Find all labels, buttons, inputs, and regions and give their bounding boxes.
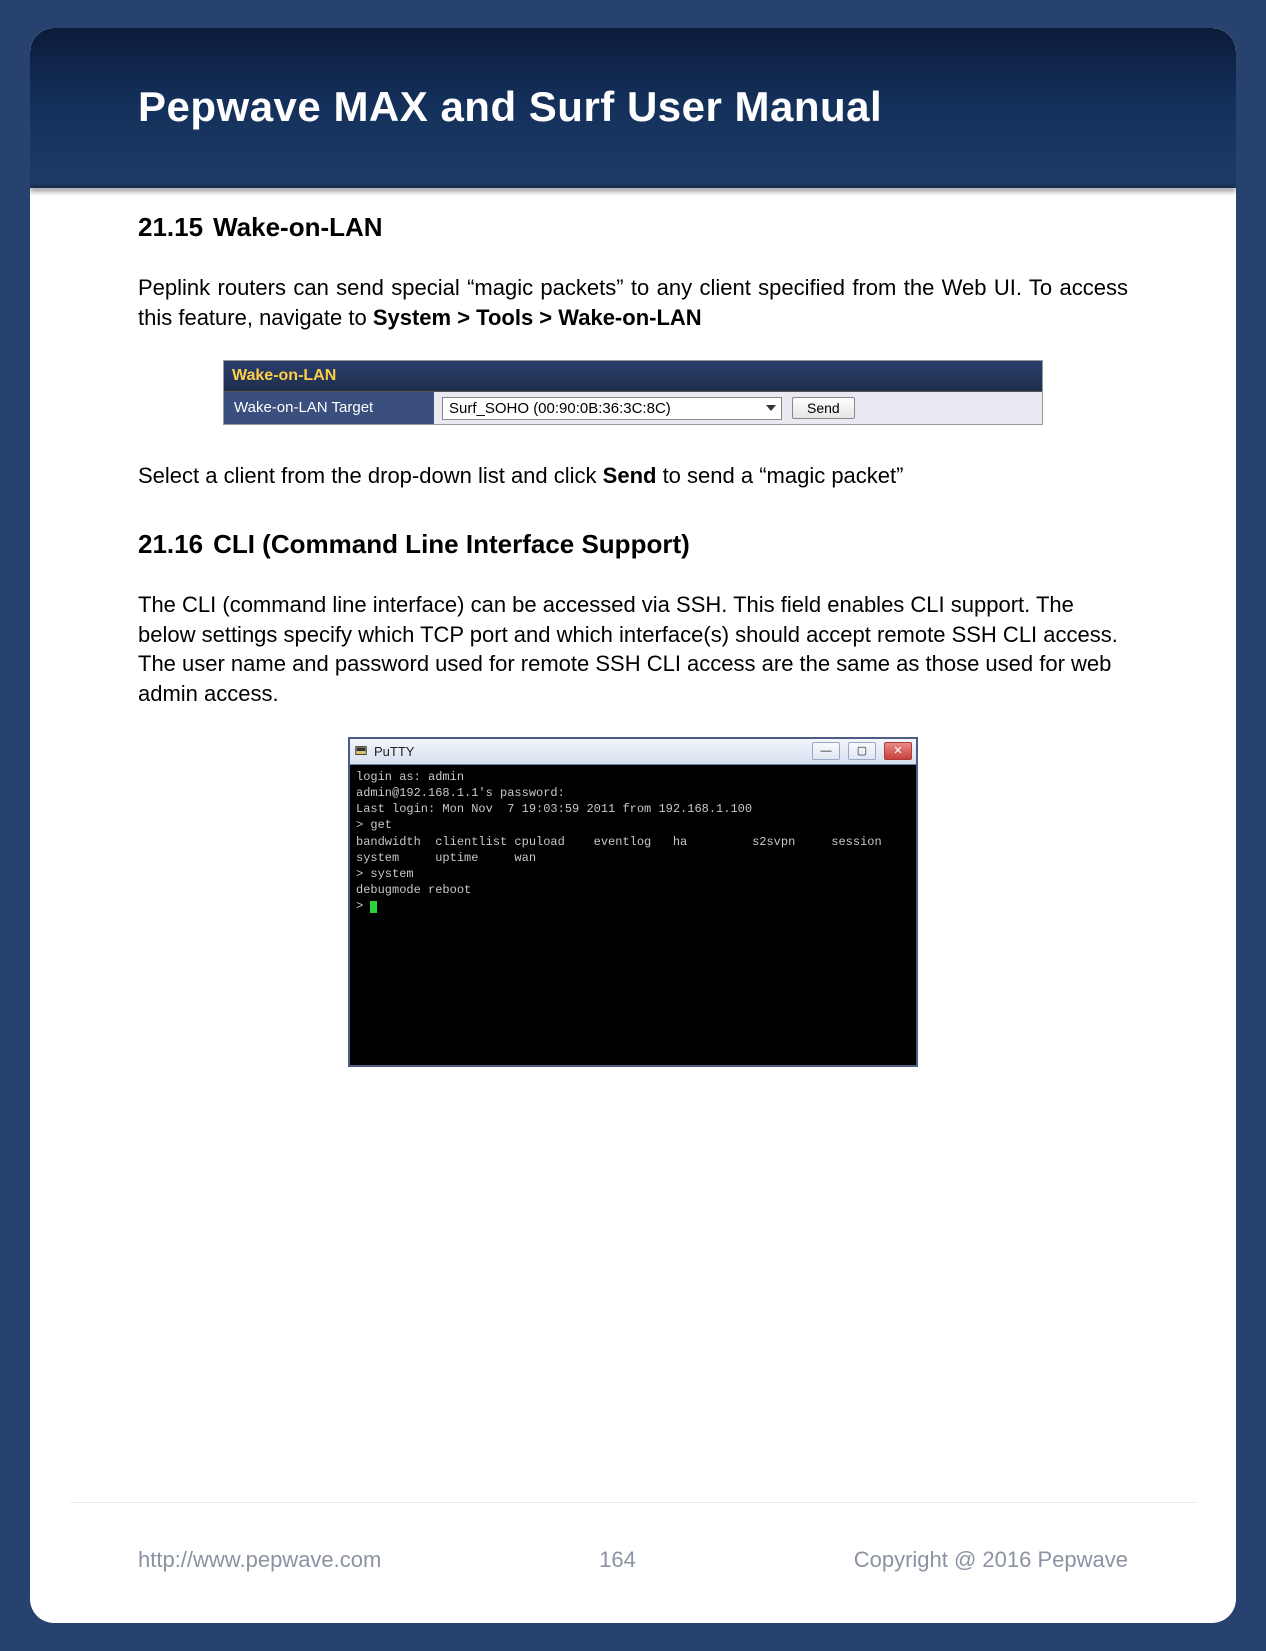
maximize-button[interactable]: ▢ xyxy=(848,742,876,760)
page-content: 21.15 Wake-on-LAN Peplink routers can sen… xyxy=(138,210,1128,1493)
section-number: 21.16 xyxy=(138,529,203,559)
wol-row: Wake-on-LAN Target Send xyxy=(224,392,1042,424)
page-footer: http://www.pepwave.com 164 Copyright @ 2… xyxy=(138,1547,1128,1573)
after-panel-text: Select a client from the drop-down list … xyxy=(138,461,1128,491)
section-heading-wol: 21.15 Wake-on-LAN xyxy=(138,210,1128,245)
after-panel-bold: Send xyxy=(603,463,657,488)
send-button[interactable]: Send xyxy=(792,397,855,419)
section-intro: Peplink routers can send special “magic … xyxy=(138,273,1128,332)
close-button[interactable]: ✕ xyxy=(884,742,912,760)
section-number: 21.15 xyxy=(138,212,203,242)
putty-title-text: PuTTY xyxy=(374,743,414,761)
section-title: Wake-on-LAN xyxy=(213,212,382,242)
terminal-cursor-icon xyxy=(370,901,377,913)
wol-select-wrap[interactable] xyxy=(442,397,782,420)
header-band: Pepwave MAX and Surf User Manual xyxy=(30,28,1236,188)
page-frame: Pepwave MAX and Surf User Manual 21.15 Wa… xyxy=(30,28,1236,1623)
terminal-output: login as: admin admin@192.168.1.1's pass… xyxy=(350,765,916,1065)
section-heading-cli: 21.16 CLI (Command Line Interface Support… xyxy=(138,527,1128,562)
footer-divider xyxy=(70,1502,1196,1503)
footer-copyright: Copyright @ 2016 Pepwave xyxy=(854,1547,1128,1573)
minimize-button[interactable]: — xyxy=(812,742,840,760)
nav-path: System > Tools > Wake-on-LAN xyxy=(373,305,702,330)
wol-target-select[interactable] xyxy=(442,397,782,420)
putty-icon xyxy=(354,744,368,758)
terminal-lines: login as: admin admin@192.168.1.1's pass… xyxy=(356,770,882,914)
putty-window: PuTTY — ▢ ✕ login as: admin admin@192.16… xyxy=(348,737,918,1067)
footer-page-number: 164 xyxy=(599,1547,636,1573)
cli-body-text: The CLI (command line interface) can be … xyxy=(138,590,1128,709)
after-panel-post: to send a “magic packet” xyxy=(656,463,903,488)
section-title: CLI (Command Line Interface Support) xyxy=(213,529,690,559)
putty-titlebar: PuTTY — ▢ ✕ xyxy=(350,739,916,765)
wol-target-label: Wake-on-LAN Target xyxy=(224,392,434,424)
footer-url: http://www.pepwave.com xyxy=(138,1547,381,1573)
wol-controls: Send xyxy=(434,393,1042,424)
document-title: Pepwave MAX and Surf User Manual xyxy=(138,83,882,131)
wol-panel: Wake-on-LAN Wake-on-LAN Target Send xyxy=(223,360,1043,425)
wol-panel-header: Wake-on-LAN xyxy=(224,361,1042,392)
after-panel-pre: Select a client from the drop-down list … xyxy=(138,463,603,488)
